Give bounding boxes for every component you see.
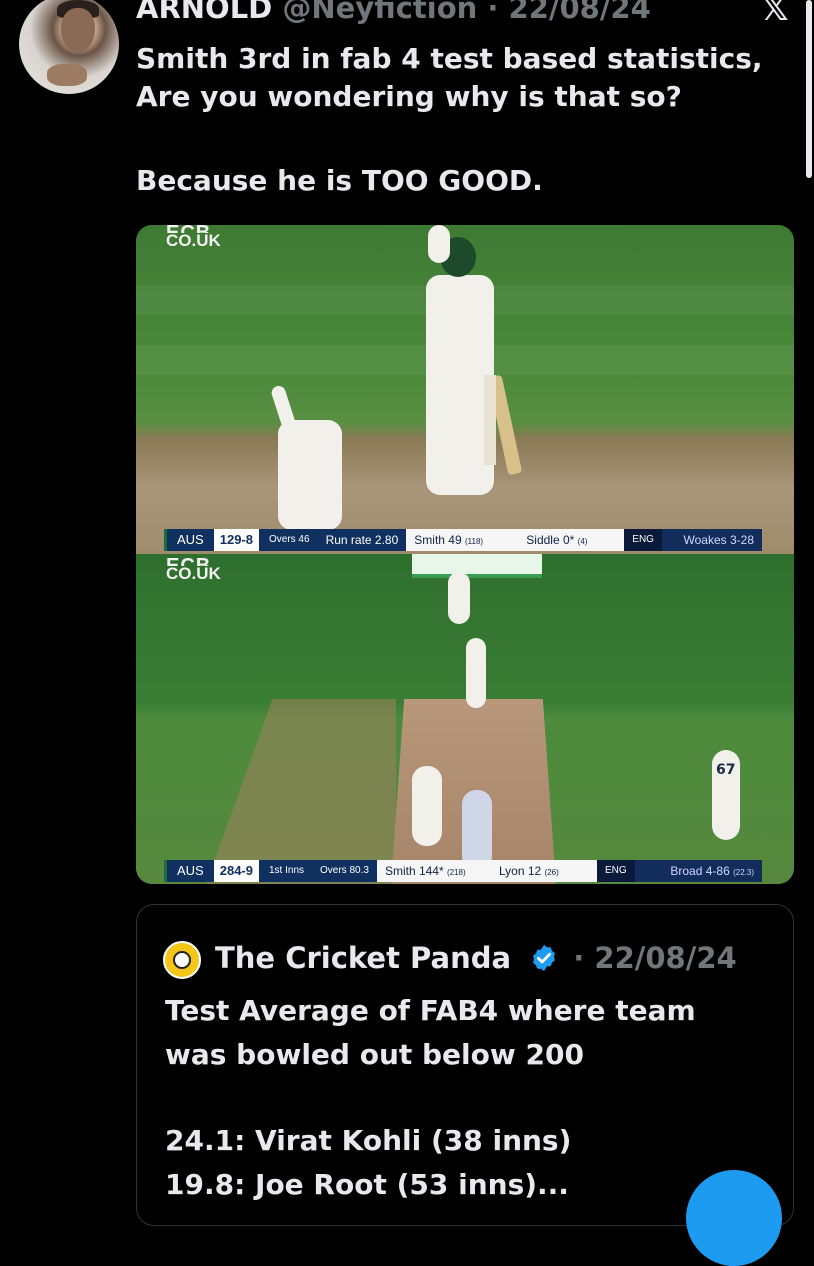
batter-2: Siddle 0* (4) — [526, 533, 588, 547]
team-name: AUS — [164, 860, 214, 882]
umpire-figure — [462, 790, 492, 870]
stumps — [484, 375, 496, 465]
innings: 1st Inns — [260, 860, 313, 882]
scoreboard-top: AUS 129-8 Overs 46 Run rate 2.80 Smith 4… — [164, 529, 762, 551]
media-panel-bottom: ECB CO.UK 67 AUS 284-9 1st Inns Overs 80… — [136, 554, 794, 884]
tweet-line: Are you wondering why is that so? — [136, 80, 682, 113]
quoted-tweet-date[interactable]: 22/08/24 — [594, 941, 736, 975]
bowling-team: ENG — [596, 860, 635, 882]
run-rate: Run rate 2.80 — [317, 529, 407, 551]
cricket-panda-logo-icon[interactable] — [163, 941, 201, 979]
bowler-figure — [412, 766, 442, 846]
avatar-face — [61, 8, 95, 52]
author-handle[interactable]: @Neyfiction — [282, 0, 477, 25]
bowling-team: ENG — [624, 529, 662, 551]
quoted-author-name[interactable]: The Cricket Panda — [215, 941, 511, 975]
quoted-tweet[interactable]: The Cricket Panda · 22/08/24 Test Averag… — [136, 904, 794, 1226]
author-avatar[interactable] — [19, 0, 119, 94]
media-panel-top: ECB CO.UK AUS 129-8 Overs 46 Run rate 2.… — [136, 225, 794, 554]
author-name[interactable]: ARNOLD — [136, 0, 272, 25]
overs: Overs 46 — [260, 529, 318, 551]
bowler-figures: Broad 4-86 (22.3) — [634, 860, 762, 882]
bowler-arm — [269, 384, 301, 441]
tweet-text: Smith 3rd in fab 4 test based statistics… — [136, 40, 796, 200]
quoted-tweet-header: The Cricket Panda · 22/08/24 — [215, 935, 737, 981]
bowler-figures: Woakes 3-28 — [661, 529, 762, 551]
sponsor-board — [412, 554, 542, 578]
avatar-hand — [47, 64, 87, 86]
broadcaster-logo: ECB CO.UK — [166, 558, 221, 583]
player-number: 67 — [716, 762, 736, 778]
scoreboard-bottom: AUS 284-9 1st Inns Overs 80.3 Smith 144*… — [164, 860, 762, 882]
tweet-date[interactable]: 22/08/24 — [509, 0, 651, 25]
team-name: AUS — [164, 529, 214, 551]
header-separator: · — [573, 941, 585, 975]
tweet-header: ARNOLD @Neyfiction · 22/08/24 — [136, 0, 651, 28]
batter-2: Lyon 12 (26) — [498, 864, 559, 878]
batter-figure — [466, 638, 486, 708]
quoted-line: Test Average of FAB4 where team — [165, 994, 696, 1027]
tweet-media[interactable]: ECB CO.UK AUS 129-8 Overs 46 Run rate 2.… — [136, 225, 794, 884]
tweet-line: Because he is TOO GOOD. — [136, 164, 543, 197]
fielder-figure — [428, 225, 450, 263]
broadcaster-logo: ECB CO.UK — [166, 225, 221, 250]
quoted-line: 19.8: Joe Root (53 inns)... — [165, 1168, 569, 1201]
batter-1: Smith 144* (218) — [384, 864, 466, 878]
compose-button[interactable] — [686, 1170, 782, 1266]
quoted-line: 24.1: Virat Kohli (38 inns) — [165, 1124, 572, 1157]
team-score: 129-8 — [213, 529, 261, 551]
verified-badge-icon — [533, 944, 556, 972]
team-score: 284-9 — [213, 860, 261, 882]
batter-1: Smith 49 (118) — [414, 533, 484, 547]
header-separator: · — [487, 0, 499, 25]
overs: Overs 80.3 — [312, 860, 377, 882]
scrollbar[interactable] — [806, 0, 812, 178]
quoted-line: was bowled out below 200 — [165, 1038, 584, 1071]
keeper-figure — [448, 572, 470, 624]
x-logo-icon[interactable]: 𝕏 — [758, 0, 792, 26]
tweet-line: Smith 3rd in fab 4 test based statistics… — [136, 42, 763, 75]
quoted-tweet-text: Test Average of FAB4 where team was bowl… — [165, 989, 775, 1207]
